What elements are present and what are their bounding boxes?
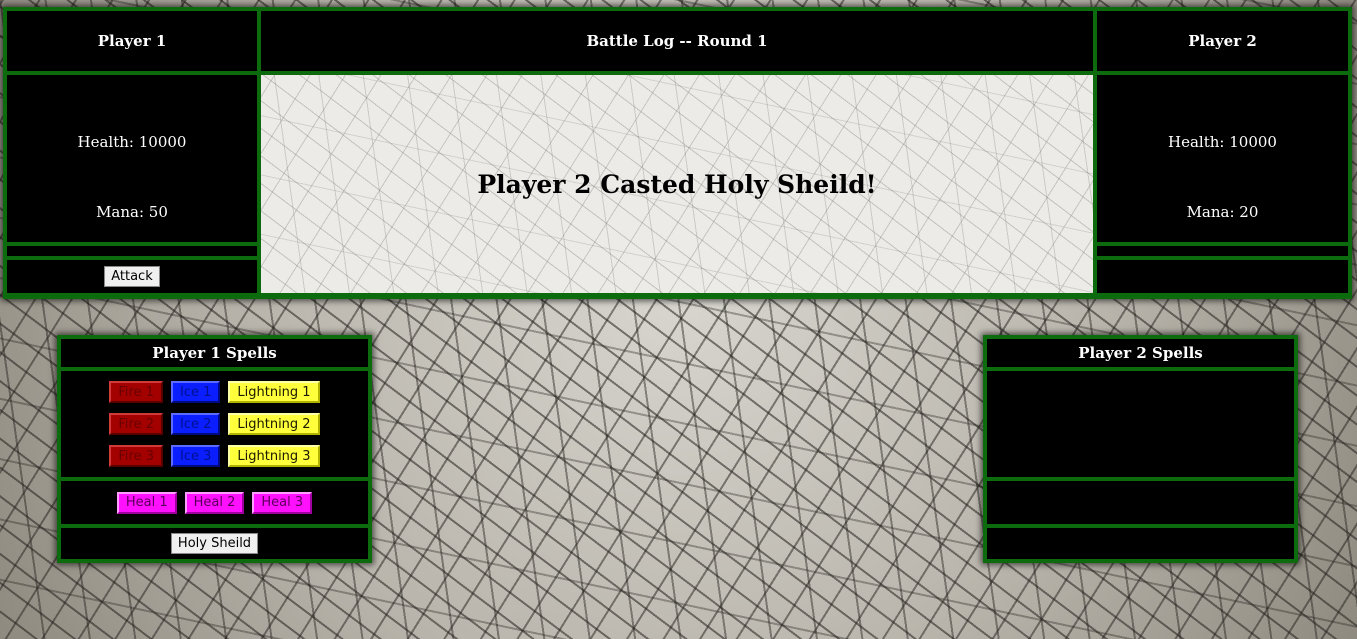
player1-action-row: Attack bbox=[7, 260, 257, 293]
player1-header: Player 1 bbox=[7, 11, 257, 71]
player2-mana: Mana: 20 bbox=[1186, 203, 1259, 221]
player2-spells-panel: Player 2 Spells bbox=[983, 335, 1298, 563]
player2-stats: Health: 10000 Mana: 20 bbox=[1097, 75, 1348, 242]
spell-button-ice[interactable]: Ice 3 bbox=[171, 445, 221, 467]
player1-heal-spells: Heal 1 Heal 2 Heal 3 bbox=[61, 481, 368, 524]
spell-button-fire[interactable]: Fire 2 bbox=[109, 413, 163, 435]
player1-stats: Health: 10000 Mana: 50 bbox=[7, 75, 257, 242]
player1-status-row bbox=[7, 246, 257, 256]
spell-button-light[interactable]: Lightning 3 bbox=[228, 445, 320, 467]
spell-button-ice[interactable]: Ice 1 bbox=[171, 381, 221, 403]
spell-button-heal[interactable]: Heal 3 bbox=[252, 491, 313, 514]
player2-header: Player 2 bbox=[1097, 11, 1348, 71]
spell-button-heal[interactable]: Heal 1 bbox=[116, 491, 177, 514]
player2-action-row bbox=[1097, 260, 1348, 293]
player2-status-row bbox=[1097, 246, 1348, 256]
player1-shield-row: Holy Sheild bbox=[61, 528, 368, 559]
player2-spells-title: Player 2 Spells bbox=[987, 339, 1294, 367]
holy-shield-button[interactable]: Holy Sheild bbox=[170, 533, 259, 554]
spell-button-heal[interactable]: Heal 2 bbox=[184, 491, 245, 514]
player2-health: Health: 10000 bbox=[1168, 133, 1277, 151]
spell-button-light[interactable]: Lightning 2 bbox=[228, 413, 320, 435]
player2-attack-spells bbox=[987, 371, 1294, 477]
player1-spells-panel: Player 1 Spells Fire 1 Ice 1 Lightning 1 Fi… bbox=[57, 335, 372, 563]
player2-heal-spells bbox=[987, 481, 1294, 524]
player2-shield-row bbox=[987, 528, 1294, 559]
player1-attack-spells: Fire 1 Ice 1 Lightning 1 Fire 2 Ice 2 Lightni… bbox=[61, 371, 368, 477]
battle-log-header: Battle Log -- Round 1 bbox=[261, 11, 1093, 71]
battle-log-message: Player 2 Casted Holy Sheild! bbox=[477, 169, 877, 199]
spell-button-fire[interactable]: Fire 1 bbox=[109, 381, 163, 403]
spell-button-fire[interactable]: Fire 3 bbox=[109, 445, 163, 467]
attack-button[interactable]: Attack bbox=[104, 266, 160, 287]
player1-health: Health: 10000 bbox=[77, 133, 187, 151]
player1-mana: Mana: 50 bbox=[96, 203, 168, 221]
player1-spells-title: Player 1 Spells bbox=[61, 339, 368, 367]
battle-table: Player 1 Battle Log -- Round 1 Player 2 … bbox=[3, 7, 1352, 299]
spell-button-light[interactable]: Lightning 1 bbox=[228, 381, 320, 403]
battle-log-body: Player 2 Casted Holy Sheild! bbox=[261, 75, 1093, 293]
spell-button-ice[interactable]: Ice 2 bbox=[171, 413, 221, 435]
